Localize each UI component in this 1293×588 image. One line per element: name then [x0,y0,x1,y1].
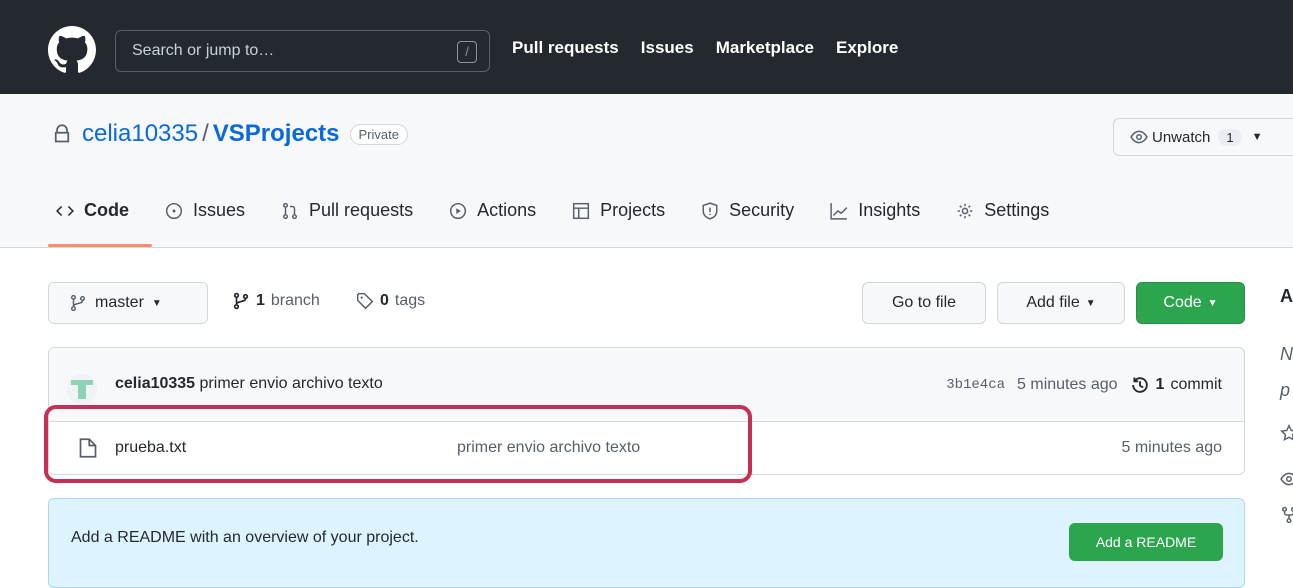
repo-header [0,94,1293,248]
nav-pull-requests[interactable]: Pull requests [512,38,619,58]
unwatch-label: Unwatch [1152,128,1211,146]
tab-label: Issues [193,200,246,220]
global-header: Search or jump to… / Pull requests Issue… [0,0,1293,94]
eye-icon[interactable] [1280,470,1293,488]
tab-settings[interactable]: Settings [956,200,1049,221]
nav-issues[interactable]: Issues [641,38,694,58]
github-logo-icon[interactable] [48,26,96,74]
tab-label: Security [729,200,795,220]
chevron-down-icon: ▼ [1207,297,1218,309]
file-name-link[interactable]: prueba.txt [115,439,186,457]
issue-icon [165,202,183,219]
commit-message-link[interactable]: primer envio archivo texto [200,375,383,392]
about-description-line2: p [1280,380,1291,400]
repo-tabs: Code Issues Pull requests Actions Projec… [56,200,1049,221]
tab-label: Insights [858,200,921,220]
commit-history-link[interactable]: 1 commit [1130,375,1222,395]
nav-explore[interactable]: Explore [836,38,898,58]
history-icon [1131,377,1148,393]
about-heading: A [1280,286,1293,306]
branch-select-button[interactable]: master ▼ [48,282,208,324]
readme-prompt-text: Add a README with an overview of your pr… [71,529,419,546]
commit-label: commit [1170,376,1222,393]
tab-projects[interactable]: Projects [572,200,665,221]
tab-label: Actions [477,200,537,220]
branch-name: master [95,294,144,311]
tab-code[interactable]: Code [56,200,129,221]
search-input[interactable]: Search or jump to… / [115,30,490,72]
tag-count: 0 [380,292,389,309]
tags-link[interactable]: 0 tags [356,292,425,310]
file-icon [79,438,97,458]
file-list: celia10335 primer envio archivo texto 3b… [48,347,1245,475]
tab-label: Projects [600,200,666,220]
tab-pull-requests[interactable]: Pull requests [281,200,413,221]
visibility-badge: Private [349,123,408,145]
add-file-label: Add file [1026,294,1080,311]
file-age: 5 minutes ago [1121,439,1222,456]
nav-marketplace[interactable]: Marketplace [716,38,814,58]
tab-label: Pull requests [309,200,414,220]
tab-label: Code [84,200,129,220]
git-branch-icon [233,292,249,310]
search-shortcut-badge: / [457,41,477,63]
table-icon [573,202,590,219]
repo-name-link[interactable]: VSProjects [213,120,340,148]
chevron-down-icon: ▼ [1251,131,1263,143]
commit-count: 1 [1155,376,1165,393]
repo-separator: / [202,120,209,147]
code-dropdown-button[interactable]: Code ▼ [1136,282,1245,324]
tab-issues[interactable]: Issues [165,200,245,221]
git-branch-icon [70,294,86,312]
readme-prompt: Add a README with an overview of your pr… [48,498,1245,588]
code-icon [56,205,74,216]
about-description: N [1280,344,1293,364]
repo-owner-link[interactable]: celia10335 [82,120,198,148]
watch-count: 1 [1218,128,1242,146]
add-readme-button[interactable]: Add a README [1069,523,1223,561]
commit-sha-link[interactable]: 3b1e4ca [946,377,1005,393]
star-icon[interactable] [1280,424,1293,442]
gear-icon [957,203,973,218]
tab-actions[interactable]: Actions [449,200,536,221]
branch-label: branch [270,292,320,309]
tab-insights[interactable]: Insights [830,200,920,221]
play-icon [450,202,467,219]
commit-summary: celia10335 primer envio archivo texto [115,375,383,393]
avatar[interactable] [67,374,97,404]
shield-icon [702,201,718,220]
file-commit-message-link[interactable]: primer envio archivo texto [457,439,640,457]
search-placeholder: Search or jump to… [132,42,275,59]
tag-label: tags [394,292,426,309]
commit-meta: 3b1e4ca 5 minutes ago 1 commit [946,375,1222,395]
active-tab-indicator [48,244,152,247]
lock-icon [54,124,70,143]
code-label: Code [1163,294,1202,311]
chevron-down-icon: ▼ [151,297,162,309]
branch-count: 1 [256,292,265,309]
eye-icon [1130,130,1148,144]
latest-commit-row: celia10335 primer envio archivo texto 3b… [49,348,1244,422]
tab-security[interactable]: Security [701,200,794,221]
table-row[interactable]: prueba.txt primer envio archivo texto 5 … [49,422,1244,474]
repo-title: celia10335 / VSProjects Private [52,120,408,148]
go-to-file-button[interactable]: Go to file [862,282,986,324]
about-sidebar: A N p [1272,0,1293,578]
add-file-button[interactable]: Add file ▼ [997,282,1125,324]
unwatch-button[interactable]: Unwatch 1 ▼ [1113,118,1293,156]
tag-icon [356,292,374,310]
global-nav: Pull requests Issues Marketplace Explore [512,38,898,58]
fork-icon[interactable] [1280,506,1293,524]
tab-label: Settings [984,200,1050,220]
graph-icon [830,202,848,220]
commit-author-link[interactable]: celia10335 [115,375,195,392]
commit-age: 5 minutes ago [1017,376,1118,393]
chevron-down-icon: ▼ [1085,297,1096,309]
branches-link[interactable]: 1 branch [232,292,320,310]
pull-request-icon [283,202,298,219]
